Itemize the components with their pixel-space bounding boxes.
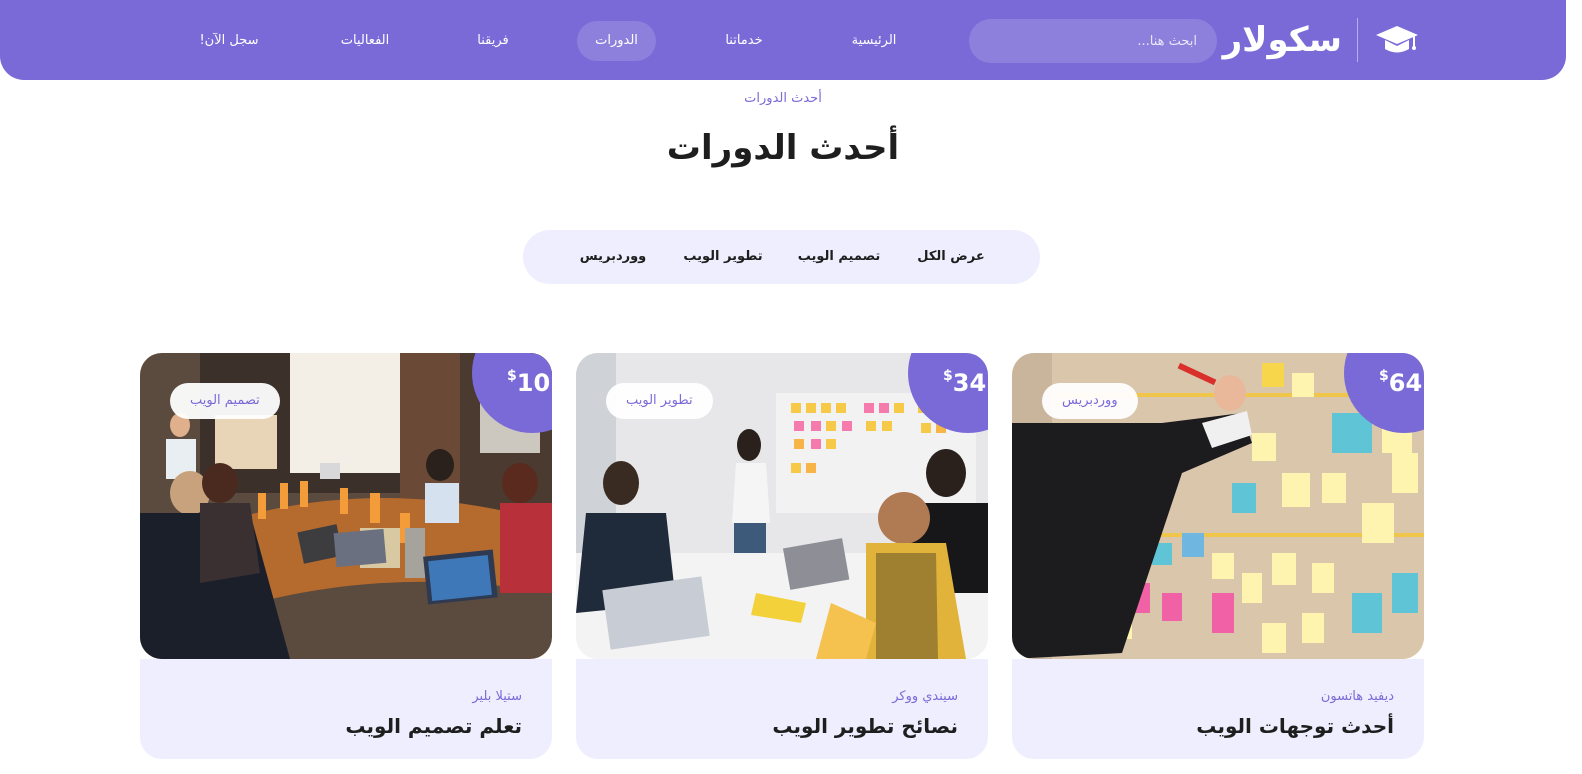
nav-courses[interactable]: الدورات — [577, 21, 656, 61]
course-category-tag[interactable]: ووردبريس — [1042, 383, 1138, 419]
course-image[interactable]: $34 تطوير الويب — [576, 353, 988, 659]
course-filter-bar: عرض الكل تصميم الويب تطوير الويب ووردبري… — [523, 230, 1040, 284]
nav-services[interactable]: خدماتنا — [712, 21, 776, 61]
price-value: 10 — [516, 369, 551, 397]
price-currency: $ — [507, 368, 517, 384]
course-author: ديفيد هاتسون — [1320, 689, 1394, 704]
course-price: $64 — [1379, 368, 1422, 398]
price-currency: $ — [1379, 368, 1389, 384]
filter-web-development[interactable]: تطوير الويب — [677, 245, 769, 269]
logo-divider — [1357, 18, 1358, 62]
nav-home[interactable]: الرئيسية — [841, 21, 907, 61]
course-price: $10 — [507, 368, 550, 398]
nav-events[interactable]: الفعاليات — [329, 21, 401, 61]
graduation-cap-icon[interactable] — [1376, 22, 1418, 58]
filter-web-design[interactable]: تصميم الويب — [793, 245, 885, 269]
course-card[interactable]: $10 تصميم الويب ستيلا بلير تعلم تصميم ال… — [140, 353, 552, 759]
course-title[interactable]: نصائح تطوير الويب — [772, 711, 958, 741]
course-card-body: ستيلا بلير تعلم تصميم الويب — [140, 659, 552, 759]
search-input[interactable] — [969, 19, 1217, 63]
section-title: أحدث الدورات — [666, 128, 900, 168]
nav-register[interactable]: سجل الآن! — [186, 21, 272, 61]
price-value: 34 — [952, 369, 987, 397]
site-logo-text[interactable]: سكولار — [1223, 18, 1342, 62]
filter-show-all[interactable]: عرض الكل — [913, 245, 989, 269]
price-currency: $ — [943, 368, 953, 384]
course-card[interactable]: $64 ووردبريس ديفيد هاتسون أحدث توجهات ال… — [1012, 353, 1424, 759]
course-title[interactable]: أحدث توجهات الويب — [1196, 711, 1394, 741]
course-card-body: ديفيد هاتسون أحدث توجهات الويب — [1012, 659, 1424, 759]
section-subtitle: أحدث الدورات — [744, 91, 822, 106]
price-value: 64 — [1388, 369, 1423, 397]
course-category-tag[interactable]: تصميم الويب — [170, 383, 280, 419]
course-author: ستيلا بلير — [472, 689, 522, 704]
filter-wordpress[interactable]: ووردبريس — [575, 245, 651, 269]
top-navbar: سكولار الرئيسية خدماتنا الدورات فريقنا ا… — [0, 0, 1566, 80]
course-author: سيندي ووكر — [892, 689, 958, 704]
course-image[interactable]: $10 تصميم الويب — [140, 353, 552, 659]
course-card-body: سيندي ووكر نصائح تطوير الويب — [576, 659, 988, 759]
course-card[interactable]: $34 تطوير الويب سيندي ووكر نصائح تطوير ا… — [576, 353, 988, 759]
course-image[interactable]: $64 ووردبريس — [1012, 353, 1424, 659]
nav-team[interactable]: فريقنا — [465, 21, 521, 61]
course-category-tag[interactable]: تطوير الويب — [606, 383, 713, 419]
course-title[interactable]: تعلم تصميم الويب — [345, 711, 522, 741]
course-price: $34 — [943, 368, 986, 398]
